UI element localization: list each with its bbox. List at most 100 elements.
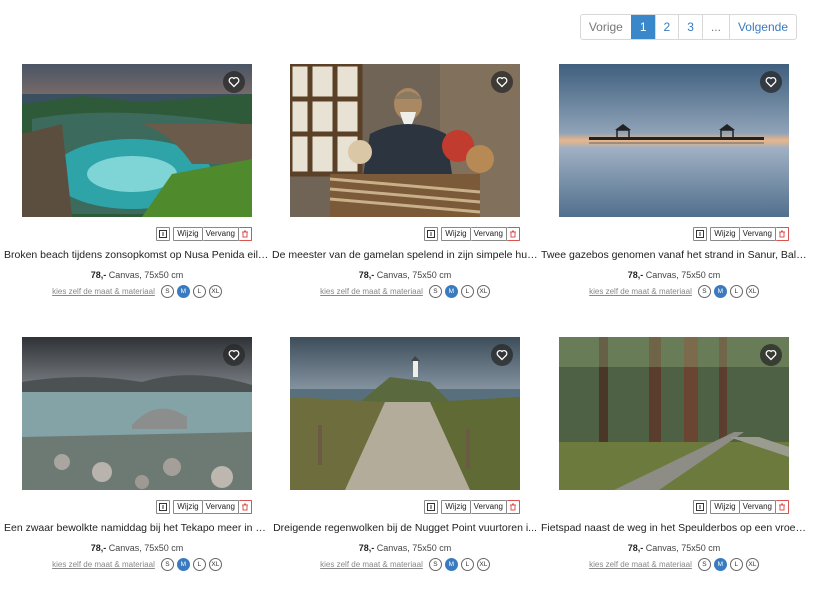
product-price: 78,- Canvas, 75x50 cm — [537, 270, 811, 280]
custom-size-link[interactable]: kies zelf de maat & materiaal — [589, 560, 692, 569]
replace-button[interactable]: Vervang — [739, 227, 776, 241]
card-actions: Wijzig Vervang — [290, 500, 520, 514]
size-xl-option[interactable]: XL — [208, 285, 222, 298]
size-l-option[interactable]: L — [460, 558, 474, 571]
product-image[interactable] — [22, 64, 252, 217]
edit-button[interactable]: Wijzig — [173, 500, 203, 514]
replace-button[interactable]: Vervang — [470, 500, 507, 514]
size-s-option[interactable]: S — [697, 285, 711, 298]
trash-icon[interactable] — [239, 500, 252, 514]
page-3-button[interactable]: 3 — [678, 15, 702, 39]
replace-button[interactable]: Vervang — [202, 227, 239, 241]
pagination: Vorige 1 2 3 ... Volgende — [579, 14, 797, 40]
size-m-option[interactable]: M — [444, 285, 458, 298]
size-l-option[interactable]: L — [192, 558, 206, 571]
size-xl-option[interactable]: XL — [476, 285, 490, 298]
edit-button[interactable]: Wijzig — [173, 227, 203, 241]
page-1-button[interactable]: 1 — [630, 15, 655, 39]
product-spec: Canvas, 75x50 cm — [108, 270, 184, 280]
size-xl-option[interactable]: XL — [745, 285, 759, 298]
product-price: 78,- Canvas, 75x50 cm — [268, 543, 542, 553]
size-m-option[interactable]: M — [444, 558, 458, 571]
prev-page-button[interactable]: Vorige — [581, 15, 631, 39]
product-image[interactable] — [22, 337, 252, 490]
replace-button[interactable]: Vervang — [470, 227, 507, 241]
edit-button[interactable]: Wijzig — [710, 227, 740, 241]
product-spec: Canvas, 75x50 cm — [645, 270, 721, 280]
custom-size-link[interactable]: kies zelf de maat & materiaal — [52, 287, 155, 296]
product-image[interactable] — [290, 64, 520, 217]
product-spec: Canvas, 75x50 cm — [108, 543, 184, 553]
size-l-option[interactable]: L — [729, 285, 743, 298]
size-s-option[interactable]: S — [428, 558, 442, 571]
product-image[interactable] — [290, 337, 520, 490]
edit-button[interactable]: Wijzig — [441, 227, 471, 241]
size-xl-option[interactable]: XL — [476, 558, 490, 571]
product-image[interactable] — [559, 64, 789, 217]
size-xl-option[interactable]: XL — [208, 558, 222, 571]
heart-icon[interactable] — [760, 71, 782, 93]
info-button[interactable] — [693, 227, 708, 241]
trash-icon[interactable] — [776, 227, 789, 241]
size-l-option[interactable]: L — [729, 558, 743, 571]
info-button[interactable] — [424, 500, 439, 514]
size-s-option[interactable]: S — [697, 558, 711, 571]
replace-button[interactable]: Vervang — [739, 500, 776, 514]
size-l-option[interactable]: L — [460, 285, 474, 298]
size-selector: kies zelf de maat & materiaal S M L XL — [537, 285, 811, 298]
product-image[interactable] — [559, 337, 789, 490]
product-title[interactable]: De meester van de gamelan spelend in zij… — [268, 249, 542, 261]
custom-size-link[interactable]: kies zelf de maat & materiaal — [52, 560, 155, 569]
replace-button[interactable]: Vervang — [202, 500, 239, 514]
size-l-option[interactable]: L — [192, 285, 206, 298]
info-button[interactable] — [156, 227, 171, 241]
edit-button[interactable]: Wijzig — [441, 500, 471, 514]
size-s-option[interactable]: S — [160, 558, 174, 571]
heart-icon[interactable] — [491, 71, 513, 93]
product-spec: Canvas, 75x50 cm — [376, 543, 452, 553]
product-title[interactable]: Dreigende regenwolken bij de Nugget Poin… — [268, 522, 542, 534]
page-ellipsis: ... — [701, 15, 729, 39]
product-spec: Canvas, 75x50 cm — [645, 543, 721, 553]
info-button[interactable] — [156, 500, 171, 514]
product-card: Wijzig Vervang Fietspad naast de weg in … — [537, 337, 811, 571]
product-price: 78,- Canvas, 75x50 cm — [537, 543, 811, 553]
price-value: 78,- — [90, 270, 107, 280]
next-page-button[interactable]: Volgende — [728, 15, 796, 39]
custom-size-link[interactable]: kies zelf de maat & materiaal — [589, 287, 692, 296]
size-s-option[interactable]: S — [428, 285, 442, 298]
heart-icon[interactable] — [760, 344, 782, 366]
info-button[interactable] — [693, 500, 708, 514]
custom-size-link[interactable]: kies zelf de maat & materiaal — [320, 560, 423, 569]
trash-icon[interactable] — [507, 227, 520, 241]
trash-icon[interactable] — [776, 500, 789, 514]
product-card: Wijzig Vervang Een zwaar bewolkte namidd… — [0, 337, 274, 571]
size-xl-option[interactable]: XL — [745, 558, 759, 571]
price-value: 78,- — [358, 543, 375, 553]
product-title[interactable]: Een zwaar bewolkte namiddag bij het Teka… — [0, 522, 274, 534]
heart-icon[interactable] — [491, 344, 513, 366]
product-card: Wijzig Vervang De meester van de gamelan… — [268, 64, 542, 298]
product-title[interactable]: Broken beach tijdens zonsopkomst op Nusa… — [0, 249, 274, 261]
custom-size-link[interactable]: kies zelf de maat & materiaal — [320, 287, 423, 296]
size-m-option[interactable]: M — [713, 558, 727, 571]
heart-icon[interactable] — [223, 344, 245, 366]
product-card: Wijzig Vervang Broken beach tijdens zons… — [0, 64, 274, 298]
size-m-option[interactable]: M — [713, 285, 727, 298]
trash-icon[interactable] — [507, 500, 520, 514]
size-selector: kies zelf de maat & materiaal S M L XL — [0, 558, 274, 571]
heart-icon[interactable] — [223, 71, 245, 93]
size-m-option[interactable]: M — [176, 285, 190, 298]
trash-icon[interactable] — [239, 227, 252, 241]
product-card: Wijzig Vervang Twee gazebos genomen vana… — [537, 64, 811, 298]
product-title[interactable]: Fietspad naast de weg in het Speulderbos… — [537, 522, 811, 534]
page-2-button[interactable]: 2 — [654, 15, 679, 39]
size-selector: kies zelf de maat & materiaal S M L XL — [268, 285, 542, 298]
card-actions: Wijzig Vervang — [22, 500, 252, 514]
info-button[interactable] — [424, 227, 439, 241]
size-m-option[interactable]: M — [176, 558, 190, 571]
size-s-option[interactable]: S — [160, 285, 174, 298]
product-title[interactable]: Twee gazebos genomen vanaf het strand in… — [537, 249, 811, 261]
edit-button[interactable]: Wijzig — [710, 500, 740, 514]
card-actions: Wijzig Vervang — [559, 500, 789, 514]
